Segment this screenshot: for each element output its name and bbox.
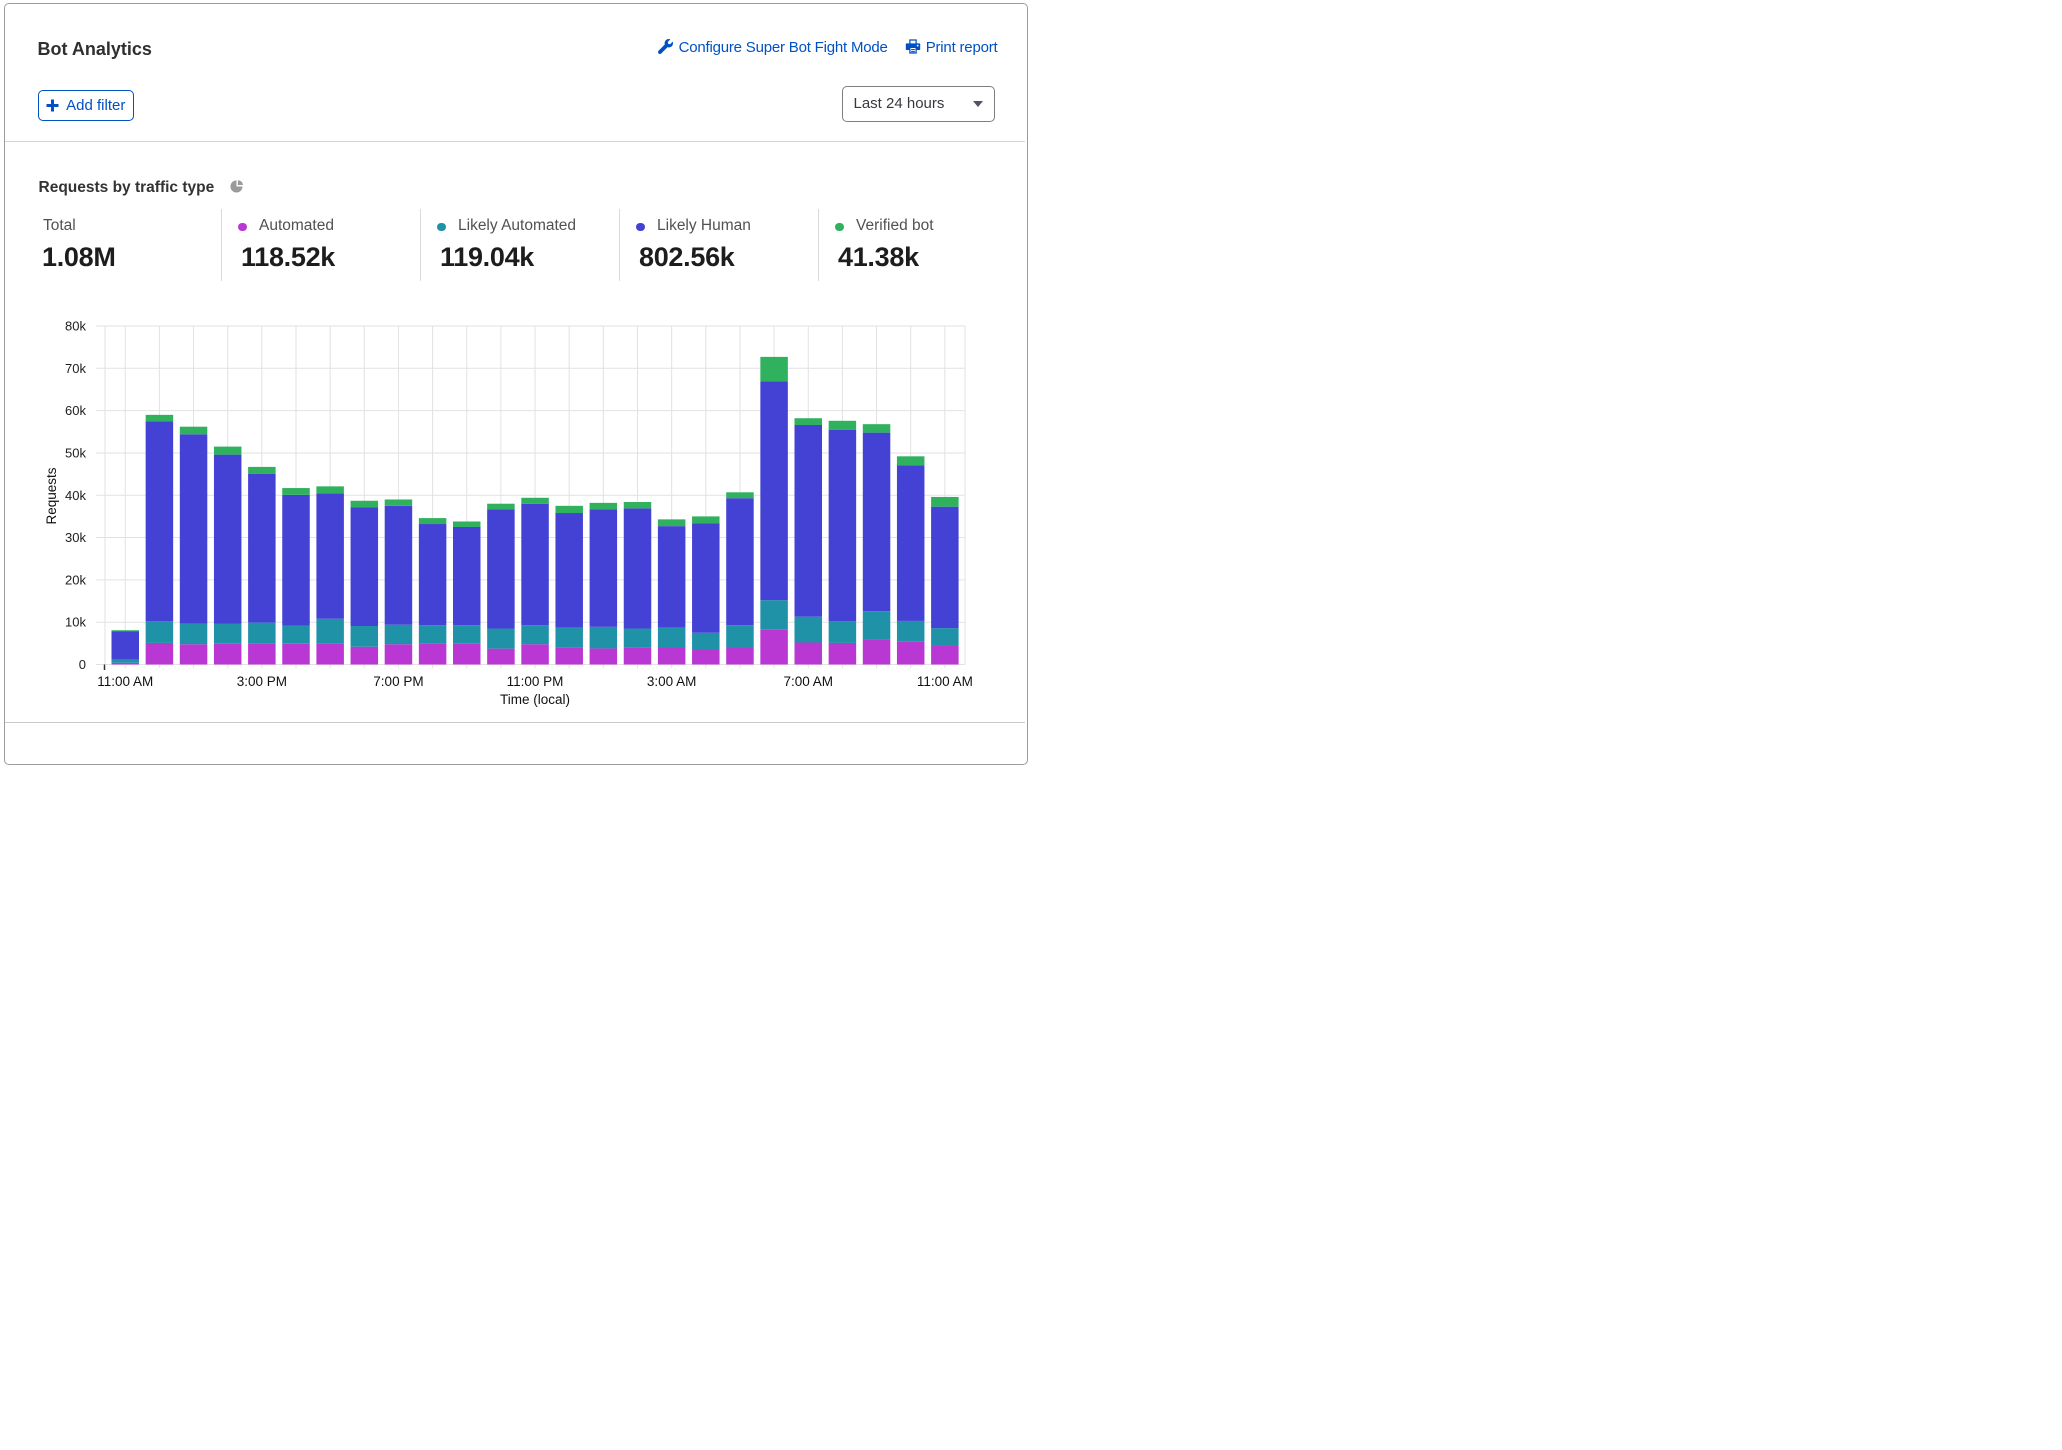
svg-text:80k: 80k bbox=[65, 319, 86, 334]
svg-text:Time (local): Time (local) bbox=[500, 692, 570, 707]
svg-text:20k: 20k bbox=[65, 572, 86, 587]
svg-text:70k: 70k bbox=[65, 361, 86, 376]
svg-text:40k: 40k bbox=[65, 488, 86, 503]
svg-text:11:00 PM: 11:00 PM bbox=[507, 674, 564, 689]
svg-text:7:00 PM: 7:00 PM bbox=[373, 674, 423, 689]
svg-text:3:00 PM: 3:00 PM bbox=[237, 674, 287, 689]
svg-text:0: 0 bbox=[79, 657, 86, 672]
svg-text:60k: 60k bbox=[65, 403, 86, 418]
svg-text:11:00 AM: 11:00 AM bbox=[97, 674, 153, 689]
svg-text:7:00 AM: 7:00 AM bbox=[783, 674, 833, 689]
svg-text:30k: 30k bbox=[65, 530, 86, 545]
svg-text:10k: 10k bbox=[65, 615, 86, 630]
svg-text:50k: 50k bbox=[65, 445, 86, 460]
svg-text:11:00 AM: 11:00 AM bbox=[917, 674, 973, 689]
svg-text:3:00 AM: 3:00 AM bbox=[647, 674, 697, 689]
svg-text:Requests: Requests bbox=[44, 467, 59, 524]
